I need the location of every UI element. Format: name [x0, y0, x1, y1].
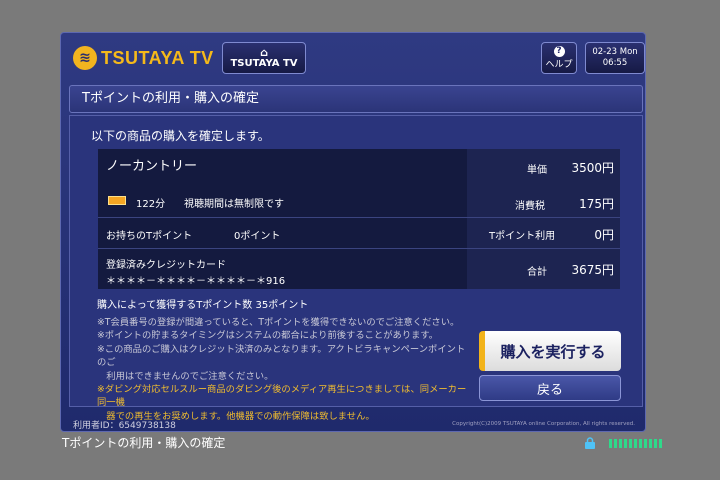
signal-strength-icon: [609, 439, 662, 448]
confirm-message: 以下の商品の購入を確定します。: [91, 129, 270, 143]
notes: ※T会員番号の登録が間違っていると、Tポイントを獲得できないのでご注意ください。…: [97, 316, 467, 423]
card-number: ＊＊＊＊－＊＊＊＊－＊＊＊＊－＊916: [106, 276, 286, 287]
product-duration: 122分: [136, 199, 166, 210]
note-line: ※ポイントの貯まるタイミングはシステムの都合により前後することがあります。: [97, 330, 439, 342]
home-label: TSUTAYA TV: [230, 58, 298, 69]
lock-icon: [585, 437, 595, 449]
points-use-label: Tポイント利用: [489, 231, 556, 242]
logo-text: TSUTAYA TV: [101, 47, 214, 68]
product-row: ノーカントリー 122分 視聴期間は無制限です 単価 3500円 消費税 175…: [98, 149, 620, 218]
earned-points-label: 購入によって獲得するTポイント数: [97, 300, 253, 311]
unit-price-label: 単価: [527, 165, 547, 176]
card-label: 登録済みクレジットカード: [106, 260, 226, 271]
clock-date: 02-23 Mon: [592, 47, 638, 57]
tax-label: 消費税: [515, 201, 545, 212]
owned-points-label: お持ちのTポイント: [106, 231, 193, 242]
user-id: 利用者ID：6549738138: [73, 421, 176, 431]
home-icon: ⌂: [260, 46, 268, 59]
product-title: ノーカントリー: [106, 159, 198, 174]
unit-price-value: 3500円: [571, 161, 614, 175]
logo-mark-icon: ≋: [73, 46, 97, 70]
home-button[interactable]: ⌂ TSUTAYA TV: [222, 42, 306, 74]
owned-points-value: 0ポイント: [234, 231, 281, 242]
viewing-period: 視聴期間は無制限です: [184, 199, 284, 210]
purchase-table: ノーカントリー 122分 視聴期間は無制限です 単価 3500円 消費税 175…: [98, 149, 620, 289]
clock-time: 06:55: [602, 58, 628, 68]
panel-title: Tポイントの利用・購入の確定: [69, 85, 643, 113]
points-use-value: 0円: [594, 228, 614, 242]
earned-points: 購入によって獲得するTポイント数 35ポイント: [97, 296, 308, 311]
earned-points-value: 35ポイント: [255, 300, 309, 311]
back-button[interactable]: 戻る: [479, 375, 621, 401]
payment-row: 登録済みクレジットカード ＊＊＊＊－＊＊＊＊－＊＊＊＊－＊916 合計 3675…: [98, 249, 620, 289]
note-line: ※この商品のご購入はクレジット決済のみとなります。アクトビラキャンペーンポイント…: [97, 343, 466, 369]
tsutaya-logo: ≋ TSUTAYA TV: [73, 46, 214, 70]
points-row: お持ちのTポイント 0ポイント Tポイント利用 0円: [98, 218, 620, 249]
help-button[interactable]: ? ヘルプ: [541, 42, 577, 74]
warning-line: ※ダビング対応セルスルー商品のダビング後のメディア再生につきましては、同メーカー…: [97, 384, 467, 409]
execute-purchase-button[interactable]: 購入を実行する: [479, 331, 621, 371]
total-label: 合計: [527, 267, 547, 278]
note-line: 利用はできませんのでご注意ください。: [97, 370, 274, 382]
copyright: Copyright(C)2009 TSUTAYA online Corporat…: [452, 421, 635, 427]
main-frame: ≋ TSUTAYA TV ⌂ TSUTAYA TV ? ヘルプ 02-23 Mo…: [60, 32, 646, 432]
film-icon: [108, 196, 126, 205]
clock: 02-23 Mon 06:55: [585, 42, 645, 74]
note-line: ※T会員番号の登録が間違っていると、Tポイントを獲得できないのでご注意ください。: [97, 317, 460, 328]
help-icon: ?: [553, 46, 565, 57]
tax-value: 175円: [579, 197, 614, 211]
help-label: ヘルプ: [545, 60, 573, 70]
total-value: 3675円: [571, 263, 614, 277]
status-screen-label: Tポイントの利用・購入の確定: [62, 436, 226, 450]
